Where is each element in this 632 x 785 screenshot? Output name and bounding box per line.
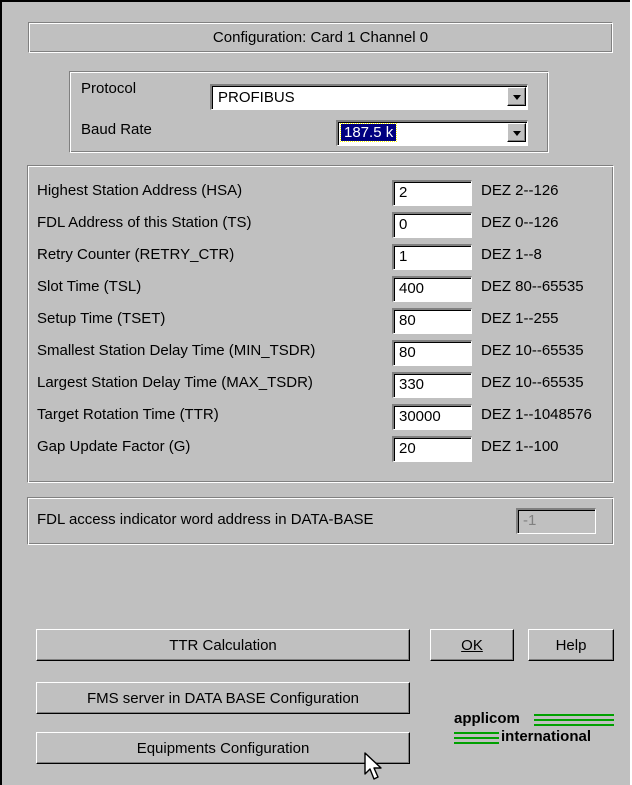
applicom-logo: applicom international [454,710,614,750]
param-range: DEZ 2--126 [481,182,559,199]
min-tsdr-field[interactable]: 80 [392,340,472,366]
chevron-down-icon[interactable] [507,123,526,142]
param-range: DEZ 1--1048576 [481,406,592,423]
fms-server-config-label: FMS server in DATA BASE Configuration [86,689,360,707]
page-title: Configuration: Card 1 Channel 0 [212,29,429,46]
max-tsdr-field[interactable]: 330 [392,372,472,398]
chevron-down-icon[interactable] [507,87,526,106]
baud-rate-select-value: 187.5 k [339,123,398,142]
param-label: Highest Station Address (HSA) [37,182,243,199]
config-title-panel: Configuration: Card 1 Channel 0 [28,22,613,53]
param-label: Largest Station Delay Time (MAX_TSDR) [37,374,313,391]
baud-rate-label: Baud Rate [81,121,152,138]
protocol-select[interactable]: PROFIBUS [210,84,528,110]
param-label: FDL Address of this Station (TS) [37,214,252,231]
param-range: DEZ 10--65535 [481,342,584,359]
param-range: DEZ 10--65535 [481,374,584,391]
param-label: Gap Update Factor (G) [37,438,191,455]
param-label: Target Rotation Time (TTR) [37,406,219,423]
equipments-config-button[interactable]: Equipments Configuration [36,732,410,764]
mouse-pointer-icon [364,752,382,780]
protocol-select-value: PROFIBUS [218,89,295,106]
param-label: Slot Time (TSL) [37,278,142,295]
fdl-label: FDL access indicator word address in DAT… [37,511,374,528]
ttr-field[interactable]: 30000 [392,404,472,430]
equipments-config-label: Equipments Configuration [136,739,310,757]
gap-factor-field[interactable]: 20 [392,436,472,462]
parameters-group: Highest Station Address (HSA) 2 DEZ 2--1… [27,165,614,483]
retry-counter-field[interactable]: 1 [392,244,472,270]
hsa-field[interactable]: 2 [392,180,472,206]
param-label: Retry Counter (RETRY_CTR) [37,246,235,263]
ttr-calculation-label: TTR Calculation [169,636,277,654]
param-range: DEZ 80--65535 [481,278,584,295]
param-label: Smallest Station Delay Time (MIN_TSDR) [37,342,316,359]
baud-rate-select[interactable]: 187.5 k [336,120,528,146]
param-range: DEZ 0--126 [481,214,559,231]
ok-button[interactable]: OK [430,629,514,661]
configuration-dialog: Configuration: Card 1 Channel 0 Protocol… [0,0,630,785]
param-range: DEZ 1--255 [481,310,559,327]
logo-bars-bottom [454,732,499,747]
logo-text-applicom: applicom [454,710,520,727]
fdl-group: FDL access indicator word address in DAT… [27,497,614,545]
logo-bars-top [534,714,614,729]
setup-time-field[interactable]: 80 [392,308,472,334]
logo-text-international: international [501,728,592,745]
param-range: DEZ 1--8 [481,246,542,263]
fdl-address-field[interactable]: -1 [516,508,596,534]
param-label: Setup Time (TSET) [37,310,166,327]
ts-field[interactable]: 0 [392,212,472,238]
fms-server-config-button[interactable]: FMS server in DATA BASE Configuration [36,682,410,714]
protocol-label: Protocol [81,80,137,97]
slot-time-field[interactable]: 400 [392,276,472,302]
ok-label: OK [461,636,483,654]
param-range: DEZ 1--100 [481,438,559,455]
help-label: Help [555,636,587,654]
protocol-group: Protocol PROFIBUS Baud Rate 187.5 k [69,71,549,153]
ttr-calculation-button[interactable]: TTR Calculation [36,629,410,661]
help-button[interactable]: Help [528,629,614,661]
